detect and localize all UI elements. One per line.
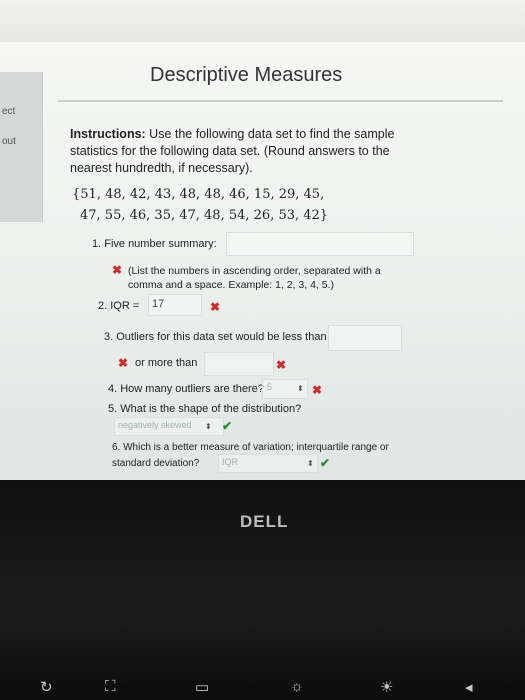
q5-label: 5. What is the shape of the distribution…	[108, 403, 302, 415]
laptop-logo: DELL	[240, 512, 289, 531]
sidebar-item-2[interactable]: out	[2, 136, 16, 147]
q2-label: 2. IQR =	[98, 300, 140, 312]
q3-more-label: or more than	[135, 357, 198, 369]
fullscreen-key-icon[interactable]: ⛶	[105, 678, 116, 695]
q6-select-value: IQR	[222, 457, 239, 467]
brightness-key-icon[interactable]: ☼	[290, 678, 304, 695]
q3-wrong-icon-1: ✖	[118, 356, 129, 370]
dataset-line-1: {51, 48, 42, 43, 48, 48, 46, 15, 29, 45,	[72, 187, 325, 202]
q3-lower-input[interactable]	[328, 325, 402, 351]
q6-select[interactable]: IQR ⬍	[218, 454, 318, 473]
q1-hint: (List the numbers in ascending order, se…	[128, 265, 381, 291]
q5-select-value: negatively skewed	[118, 420, 192, 430]
q5-select[interactable]: negatively skewed ⬍	[114, 417, 224, 436]
window-key-icon[interactable]: ▭	[195, 678, 209, 696]
left-sidebar: ect out	[0, 72, 43, 222]
monitor-top-bezel	[0, 0, 525, 42]
q1-wrong-icon: ✖	[112, 263, 123, 277]
screen: ect out Descriptive Measures Instruction…	[0, 42, 525, 480]
keyboard-top-row: ↻ ⛶ ▭ ☼ ☀ ◂	[0, 670, 525, 700]
q4-spinner-icon[interactable]: ⬍	[297, 384, 304, 393]
brightness-up-key-icon[interactable]: ☀	[380, 678, 393, 696]
q2-answer-value: 17	[152, 298, 165, 310]
volume-key-icon[interactable]: ◂	[465, 678, 473, 696]
instructions-label: Instructions:	[70, 127, 146, 141]
q5-correct-icon: ✔	[222, 419, 233, 433]
title-divider	[58, 100, 503, 102]
q1-answer-input[interactable]	[226, 232, 414, 256]
q3-label: 3. Outliers for this data set would be l…	[104, 331, 327, 343]
page-title: Descriptive Measures	[150, 64, 343, 86]
dataset: {51, 48, 42, 43, 48, 48, 46, 15, 29, 45,…	[72, 184, 432, 226]
q4-wrong-icon: ✖	[312, 383, 323, 397]
instructions: Instructions: Use the following data set…	[70, 126, 400, 177]
q6-correct-icon: ✔	[320, 456, 331, 470]
sidebar-item-1[interactable]: ect	[2, 106, 15, 117]
q4-select[interactable]: 5 ⬍	[262, 379, 308, 399]
q2-wrong-icon: ✖	[210, 300, 221, 314]
q3-wrong-icon-2: ✖	[276, 358, 287, 372]
q5-spinner-icon[interactable]: ⬍	[205, 422, 212, 431]
q6-spinner-icon[interactable]: ⬍	[307, 459, 314, 468]
dataset-line-2: 47, 55, 46, 35, 47, 48, 54, 26, 53, 42}	[80, 208, 329, 223]
q4-select-value: 5	[267, 382, 273, 392]
q1-label: 1. Five number summary:	[92, 238, 217, 250]
q4-label: 4. How many outliers are there?	[108, 383, 264, 395]
refresh-key-icon[interactable]: ↻	[40, 678, 53, 696]
q2-answer-input[interactable]: 17	[148, 294, 202, 316]
q3-upper-input[interactable]	[204, 352, 274, 376]
